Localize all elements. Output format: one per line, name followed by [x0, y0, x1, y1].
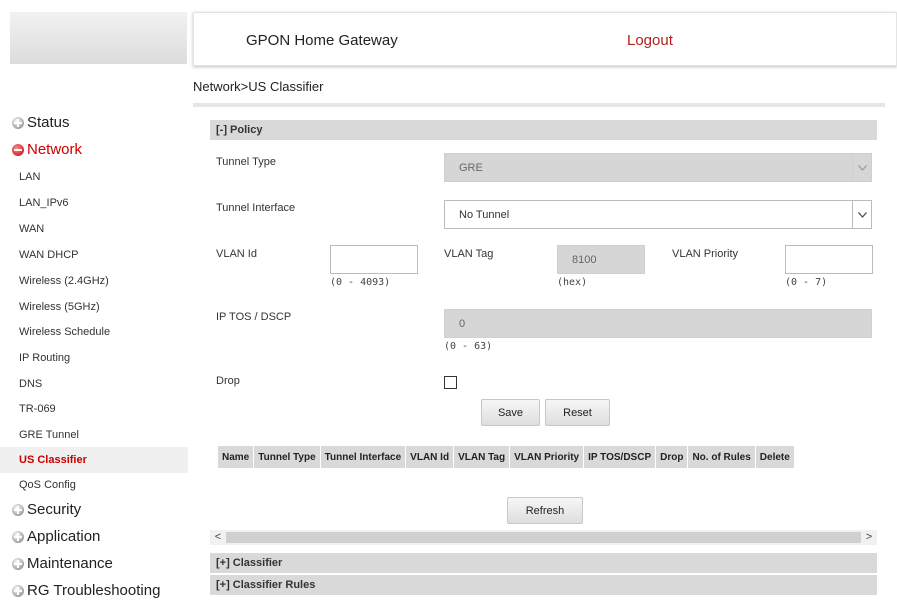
gateway-title: GPON Home Gateway [246, 32, 398, 49]
col-drop: Drop [655, 445, 689, 469]
vlan-id-hint: (0 - 4093) [330, 277, 391, 288]
sidebar-group-rg-troubleshooting[interactable]: RG Troubleshooting [12, 582, 160, 599]
col-tunnel-interface: Tunnel Interface [319, 445, 407, 469]
sidebar-group-label: RG Troubleshooting [27, 582, 161, 599]
sidebar-group-security[interactable]: Security [12, 501, 81, 518]
sidebar: Status Network LAN LAN_IPv6 WAN WAN DHCP… [0, 110, 190, 600]
sidebar-item-wireless-24[interactable]: Wireless (2.4GHz) [0, 268, 188, 294]
col-name: Name [216, 445, 255, 469]
sidebar-group-label: Security [27, 501, 82, 518]
tunnel-type-value: GRE [459, 161, 483, 174]
horizontal-scrollbar[interactable]: < > [210, 530, 877, 545]
tunnel-type-select: GRE [444, 153, 872, 182]
classifier-section-header[interactable]: [+] Classifier [210, 553, 877, 573]
col-vlan-id: VLAN Id [405, 445, 455, 469]
sidebar-group-label: Status [27, 114, 70, 131]
vlan-id-label: VLAN Id [216, 248, 257, 260]
logo-area [10, 12, 187, 64]
sidebar-item-ip-routing[interactable]: IP Routing [0, 345, 188, 371]
col-delete: Delete [754, 445, 795, 469]
vlan-id-input[interactable] [330, 245, 418, 274]
top-header: GPON Home Gateway Logout [193, 12, 897, 66]
chevron-down-icon [852, 201, 871, 228]
tunnel-interface-label: Tunnel Interface [216, 202, 296, 214]
rules-table-header-row: Name Tunnel Type Tunnel Interface VLAN I… [216, 445, 795, 469]
vlan-priority-input[interactable] [785, 245, 873, 274]
save-button[interactable]: Save [481, 399, 540, 426]
breadcrumb: Network>US Classifier [193, 79, 324, 94]
col-vlan-priority: VLAN Priority [509, 445, 585, 469]
sidebar-item-tr069[interactable]: TR-069 [0, 396, 188, 422]
vlan-tag-input: 8100 [557, 245, 645, 274]
plus-circle-icon [12, 584, 24, 597]
drop-label: Drop [216, 375, 240, 387]
plus-circle-icon [12, 503, 24, 516]
col-tunnel-type: Tunnel Type [253, 445, 321, 469]
vlan-priority-label: VLAN Priority [672, 248, 739, 260]
sidebar-item-wan-dhcp[interactable]: WAN DHCP [0, 242, 188, 268]
drop-checkbox[interactable] [444, 376, 457, 389]
vlan-tag-value: 8100 [572, 253, 597, 266]
plus-circle-icon [12, 530, 24, 543]
col-ip-tos: IP TOS/DSCP [583, 445, 657, 469]
plus-circle-icon [12, 116, 24, 129]
sidebar-group-application[interactable]: Application [12, 528, 100, 545]
tunnel-type-label: Tunnel Type [216, 156, 276, 168]
sidebar-group-label: Maintenance [27, 555, 113, 572]
tunnel-interface-value: No Tunnel [459, 208, 510, 221]
refresh-button[interactable]: Refresh [507, 497, 583, 524]
col-no-of-rules: No. of Rules [687, 445, 756, 469]
sidebar-group-network[interactable]: Network [12, 141, 82, 158]
sidebar-group-maintenance[interactable]: Maintenance [12, 555, 113, 572]
sidebar-item-lan-ipv6[interactable]: LAN_IPv6 [0, 190, 188, 216]
tunnel-interface-select[interactable]: No Tunnel [444, 200, 872, 229]
sidebar-item-dns[interactable]: DNS [0, 371, 188, 397]
sidebar-item-gre-tunnel[interactable]: GRE Tunnel [0, 422, 188, 448]
logout-link[interactable]: Logout [627, 32, 673, 49]
sidebar-item-lan[interactable]: LAN [0, 164, 188, 190]
breadcrumb-divider [193, 103, 885, 107]
sidebar-item-us-classifier[interactable]: US Classifier [0, 447, 188, 473]
sidebar-group-label: Application [27, 528, 101, 545]
reset-button[interactable]: Reset [545, 399, 610, 426]
chevron-down-icon [852, 154, 871, 181]
content-panel: [-] Policy Tunnel Type GRE Tunnel Interf… [210, 120, 877, 600]
col-vlan-tag: VLAN Tag [453, 445, 511, 469]
vlan-tag-label: VLAN Tag [444, 248, 494, 260]
classifier-rules-section-header[interactable]: [+] Classifier Rules [210, 575, 877, 595]
sidebar-group-status[interactable]: Status [12, 114, 70, 131]
rules-table: Name Tunnel Type Tunnel Interface VLAN I… [216, 445, 795, 469]
sidebar-item-wireless-schedule[interactable]: Wireless Schedule [0, 319, 188, 345]
sidebar-item-wireless-5[interactable]: Wireless (5GHz) [0, 294, 188, 320]
sidebar-group-label: Network [27, 141, 83, 158]
ip-tos-input: 0 [444, 309, 872, 338]
ip-tos-label: IP TOS / DSCP [216, 311, 292, 323]
scroll-left-arrow-icon[interactable]: < [211, 530, 225, 545]
scroll-right-arrow-icon[interactable]: > [862, 530, 876, 545]
minus-circle-icon [12, 143, 24, 156]
ip-tos-hint: (0 - 63) [444, 341, 493, 352]
policy-section-header[interactable]: [-] Policy [210, 120, 877, 140]
sidebar-item-qos-config[interactable]: QoS Config [0, 472, 188, 498]
scrollbar-thumb[interactable] [226, 532, 861, 543]
plus-circle-icon [12, 557, 24, 570]
vlan-priority-hint: (0 - 7) [785, 277, 828, 288]
sidebar-item-wan[interactable]: WAN [0, 216, 188, 242]
vlan-tag-hint: (hex) [557, 277, 588, 288]
ip-tos-value: 0 [459, 317, 466, 330]
